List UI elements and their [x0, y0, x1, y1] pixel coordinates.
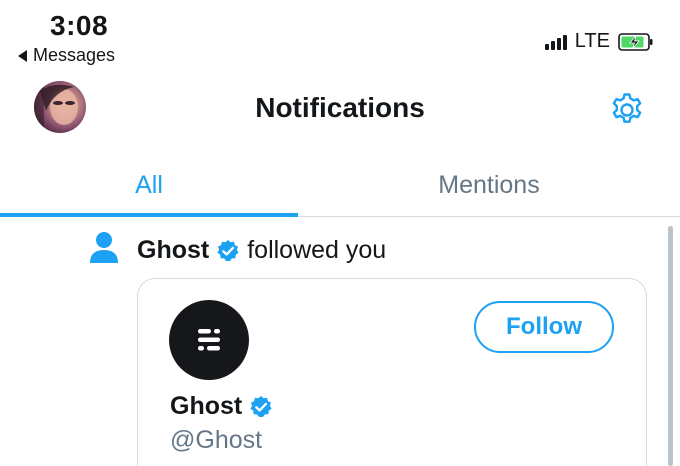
- notification-action: followed you: [247, 236, 387, 264]
- status-time: 3:08: [50, 10, 109, 41]
- follow-button[interactable]: Follow: [474, 301, 614, 353]
- notification-text: Ghost followed you: [137, 236, 386, 265]
- gear-icon[interactable]: [608, 91, 646, 129]
- scrollbar[interactable]: [668, 226, 673, 466]
- signal-icon: [544, 34, 567, 50]
- ghost-logo-icon[interactable]: [169, 300, 249, 380]
- card-user-handle: @Ghost: [170, 426, 263, 454]
- notifications-screen: 3:08 Messages LTE Notifications All Ment…: [0, 0, 680, 466]
- tab-mentions-label: Mentions: [438, 170, 540, 199]
- back-to-messages[interactable]: Messages: [18, 45, 115, 66]
- user-card[interactable]: Follow Ghost @Ghost: [137, 278, 647, 466]
- status-indicators: LTE: [544, 30, 654, 53]
- page-title: Notifications: [255, 92, 425, 123]
- active-tab-indicator: [0, 213, 298, 217]
- person-icon: [88, 231, 120, 265]
- battery-charging-icon: [618, 32, 654, 51]
- back-label: Messages: [33, 45, 116, 65]
- tab-all[interactable]: All: [0, 154, 298, 216]
- verified-badge-icon: [249, 395, 273, 419]
- tab-all-label: All: [135, 170, 163, 199]
- notification-user-name[interactable]: Ghost: [137, 236, 209, 265]
- verified-badge-icon: [216, 239, 240, 263]
- back-arrow-icon: [18, 49, 27, 62]
- notification-tabs: All Mentions: [0, 154, 680, 217]
- card-user-name-row: Ghost: [170, 392, 273, 421]
- card-user-name[interactable]: Ghost: [170, 392, 242, 421]
- network-type: LTE: [574, 30, 610, 52]
- tab-mentions[interactable]: Mentions: [298, 154, 680, 216]
